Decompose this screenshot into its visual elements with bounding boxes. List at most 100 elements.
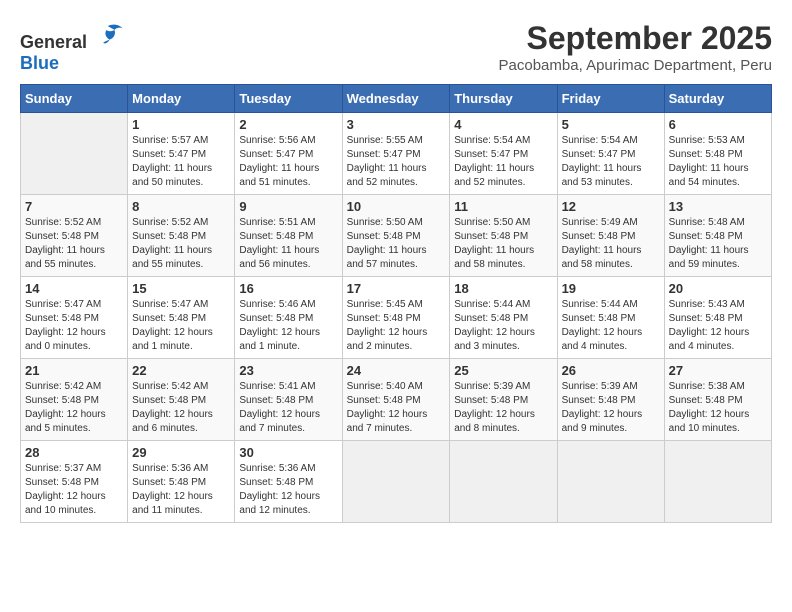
day-info: Sunrise: 5:42 AM Sunset: 5:48 PM Dayligh… — [132, 380, 230, 436]
day-info: Sunrise: 5:54 AM Sunset: 5:47 PM Dayligh… — [454, 134, 552, 190]
day-info: Sunrise: 5:41 AM Sunset: 5:48 PM Dayligh… — [239, 380, 337, 436]
day-info: Sunrise: 5:47 AM Sunset: 5:48 PM Dayligh… — [25, 298, 123, 354]
day-cell: 15 Sunrise: 5:47 AM Sunset: 5:48 PM Dayli… — [128, 277, 235, 359]
location-subtitle: Pacobamba, Apurimac Department, Peru — [499, 57, 772, 74]
day-cell: 14Sunrise: 5:47 AM Sunset: 5:48 PM Dayli… — [21, 277, 128, 359]
day-number: 22 — [132, 363, 230, 378]
day-cell: 29 Sunrise: 5:36 AM Sunset: 5:48 PM Dayli… — [128, 441, 235, 523]
day-info: Sunrise: 5:56 AM Sunset: 5:47 PM Dayligh… — [239, 134, 337, 190]
day-cell: 13 Sunrise: 5:48 AM Sunset: 5:48 PM Dayli… — [664, 195, 771, 277]
day-number: 7 — [25, 199, 123, 214]
day-info: Sunrise: 5:57 AM Sunset: 5:47 PM Dayligh… — [132, 134, 230, 190]
day-cell: 28 Sunrise: 5:37 AM Sunset: 5:48 PM Dayli… — [21, 441, 128, 523]
day-cell: 4 Sunrise: 5:54 AM Sunset: 5:47 PM Daylig… — [450, 113, 557, 195]
day-cell: 12 Sunrise: 5:49 AM Sunset: 5:48 PM Dayli… — [557, 195, 664, 277]
day-number: 23 — [239, 363, 337, 378]
day-cell: 21 Sunrise: 5:42 AM Sunset: 5:48 PM Dayli… — [21, 359, 128, 441]
day-info: Sunrise: 5:37 AM Sunset: 5:48 PM Dayligh… — [25, 462, 123, 518]
day-cell: 10 Sunrise: 5:50 AM Sunset: 5:48 PM Dayli… — [342, 195, 450, 277]
column-header-monday: Monday — [128, 85, 235, 113]
day-cell — [557, 441, 664, 523]
day-cell: 20 Sunrise: 5:43 AM Sunset: 5:48 PM Dayli… — [664, 277, 771, 359]
logo-blue-text: Blue — [20, 53, 59, 73]
day-number: 9 — [239, 199, 337, 214]
calendar-header-row: SundayMondayTuesdayWednesdayThursdayFrid… — [21, 85, 772, 113]
week-row-3: 14Sunrise: 5:47 AM Sunset: 5:48 PM Dayli… — [21, 277, 772, 359]
logo-general-text: General — [20, 32, 87, 52]
day-number: 8 — [132, 199, 230, 214]
day-number: 15 — [132, 281, 230, 296]
day-cell: 18 Sunrise: 5:44 AM Sunset: 5:48 PM Dayli… — [450, 277, 557, 359]
day-info: Sunrise: 5:51 AM Sunset: 5:48 PM Dayligh… — [239, 216, 337, 272]
month-title: September 2025 — [499, 20, 772, 57]
day-info: Sunrise: 5:47 AM Sunset: 5:48 PM Dayligh… — [132, 298, 230, 354]
day-cell: 16Sunrise: 5:46 AM Sunset: 5:48 PM Dayli… — [235, 277, 342, 359]
day-cell — [21, 113, 128, 195]
day-cell: 19Sunrise: 5:44 AM Sunset: 5:48 PM Dayli… — [557, 277, 664, 359]
day-number: 27 — [669, 363, 767, 378]
day-number: 10 — [347, 199, 446, 214]
day-cell: 6 Sunrise: 5:53 AM Sunset: 5:48 PM Daylig… — [664, 113, 771, 195]
day-info: Sunrise: 5:40 AM Sunset: 5:48 PM Dayligh… — [347, 380, 446, 436]
day-info: Sunrise: 5:49 AM Sunset: 5:48 PM Dayligh… — [562, 216, 660, 272]
week-row-5: 28 Sunrise: 5:37 AM Sunset: 5:48 PM Dayli… — [21, 441, 772, 523]
day-info: Sunrise: 5:50 AM Sunset: 5:48 PM Dayligh… — [347, 216, 446, 272]
day-cell: 23 Sunrise: 5:41 AM Sunset: 5:48 PM Dayli… — [235, 359, 342, 441]
day-cell — [450, 441, 557, 523]
day-number: 21 — [25, 363, 123, 378]
day-cell: 7 Sunrise: 5:52 AM Sunset: 5:48 PM Daylig… — [21, 195, 128, 277]
day-cell: 11 Sunrise: 5:50 AM Sunset: 5:48 PM Dayli… — [450, 195, 557, 277]
day-number: 29 — [132, 445, 230, 460]
day-number: 20 — [669, 281, 767, 296]
column-header-saturday: Saturday — [664, 85, 771, 113]
day-info: Sunrise: 5:52 AM Sunset: 5:48 PM Dayligh… — [25, 216, 123, 272]
calendar-table: SundayMondayTuesdayWednesdayThursdayFrid… — [20, 84, 772, 523]
day-number: 11 — [454, 199, 552, 214]
logo-bird-icon — [92, 20, 124, 48]
day-info: Sunrise: 5:42 AM Sunset: 5:48 PM Dayligh… — [25, 380, 123, 436]
day-cell: 26 Sunrise: 5:39 AM Sunset: 5:48 PM Dayli… — [557, 359, 664, 441]
day-number: 30 — [239, 445, 337, 460]
day-cell: 24 Sunrise: 5:40 AM Sunset: 5:48 PM Dayli… — [342, 359, 450, 441]
day-info: Sunrise: 5:36 AM Sunset: 5:48 PM Dayligh… — [132, 462, 230, 518]
day-info: Sunrise: 5:50 AM Sunset: 5:48 PM Dayligh… — [454, 216, 552, 272]
day-cell: 3Sunrise: 5:55 AM Sunset: 5:47 PM Daylig… — [342, 113, 450, 195]
day-info: Sunrise: 5:39 AM Sunset: 5:48 PM Dayligh… — [454, 380, 552, 436]
day-cell — [342, 441, 450, 523]
day-number: 25 — [454, 363, 552, 378]
header: General Blue September 2025 Pacobamba, A… — [20, 20, 772, 74]
day-cell: 2Sunrise: 5:56 AM Sunset: 5:47 PM Daylig… — [235, 113, 342, 195]
title-area: September 2025 Pacobamba, Apurimac Depar… — [499, 20, 772, 74]
day-cell: 22 Sunrise: 5:42 AM Sunset: 5:48 PM Dayli… — [128, 359, 235, 441]
column-header-sunday: Sunday — [21, 85, 128, 113]
day-number: 24 — [347, 363, 446, 378]
column-header-friday: Friday — [557, 85, 664, 113]
day-number: 12 — [562, 199, 660, 214]
day-number: 18 — [454, 281, 552, 296]
day-number: 1 — [132, 117, 230, 132]
day-number: 19 — [562, 281, 660, 296]
week-row-2: 7 Sunrise: 5:52 AM Sunset: 5:48 PM Daylig… — [21, 195, 772, 277]
day-info: Sunrise: 5:53 AM Sunset: 5:48 PM Dayligh… — [669, 134, 767, 190]
day-number: 4 — [454, 117, 552, 132]
day-info: Sunrise: 5:44 AM Sunset: 5:48 PM Dayligh… — [454, 298, 552, 354]
column-header-wednesday: Wednesday — [342, 85, 450, 113]
day-number: 28 — [25, 445, 123, 460]
day-number: 26 — [562, 363, 660, 378]
day-info: Sunrise: 5:38 AM Sunset: 5:48 PM Dayligh… — [669, 380, 767, 436]
logo: General Blue — [20, 20, 124, 74]
day-info: Sunrise: 5:36 AM Sunset: 5:48 PM Dayligh… — [239, 462, 337, 518]
day-info: Sunrise: 5:52 AM Sunset: 5:48 PM Dayligh… — [132, 216, 230, 272]
day-number: 5 — [562, 117, 660, 132]
day-cell: 25 Sunrise: 5:39 AM Sunset: 5:48 PM Dayli… — [450, 359, 557, 441]
day-info: Sunrise: 5:43 AM Sunset: 5:48 PM Dayligh… — [669, 298, 767, 354]
day-info: Sunrise: 5:39 AM Sunset: 5:48 PM Dayligh… — [562, 380, 660, 436]
day-number: 16 — [239, 281, 337, 296]
day-cell: 27 Sunrise: 5:38 AM Sunset: 5:48 PM Dayli… — [664, 359, 771, 441]
day-info: Sunrise: 5:48 AM Sunset: 5:48 PM Dayligh… — [669, 216, 767, 272]
day-cell: 8 Sunrise: 5:52 AM Sunset: 5:48 PM Daylig… — [128, 195, 235, 277]
day-number: 3 — [347, 117, 446, 132]
day-number: 6 — [669, 117, 767, 132]
day-number: 13 — [669, 199, 767, 214]
day-cell: 30 Sunrise: 5:36 AM Sunset: 5:48 PM Dayli… — [235, 441, 342, 523]
